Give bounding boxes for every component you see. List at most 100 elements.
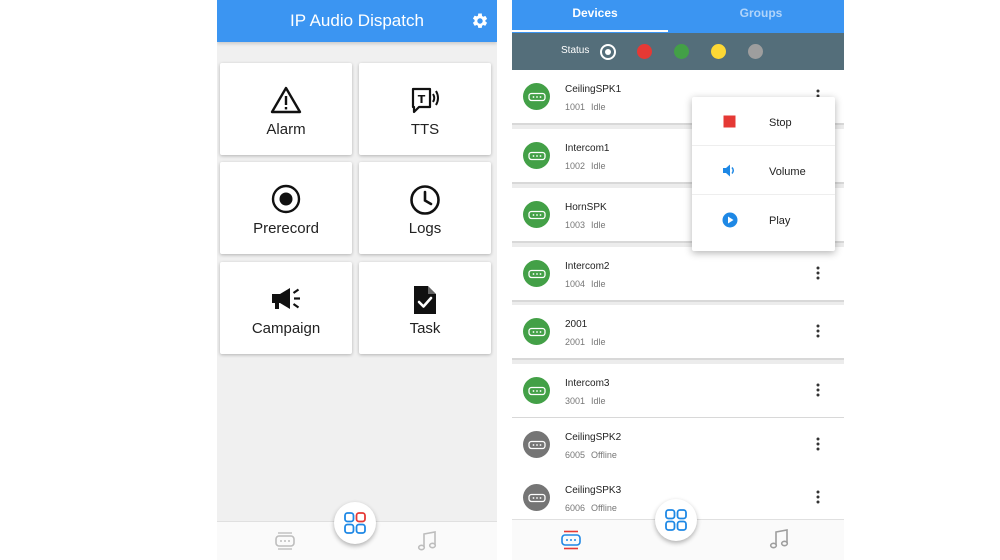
device-info: 2001 Idle — [565, 337, 606, 347]
stop-icon — [722, 114, 737, 129]
device-speaker-icon — [523, 142, 550, 169]
device-speaker-icon — [523, 318, 550, 345]
device-name: 2001 — [565, 319, 588, 330]
status-label: Status — [561, 45, 590, 56]
device-name: Intercom2 — [565, 261, 610, 272]
device-number: 3001 — [565, 396, 586, 406]
tab-groups[interactable]: Groups — [678, 0, 844, 33]
device-state: Idle — [591, 161, 606, 171]
dispatch-home-screen: IP Audio Dispatch Alarm T TTS Prerecord … — [217, 0, 497, 560]
warning-icon — [220, 85, 352, 115]
device-state: Idle — [591, 279, 606, 289]
apps-grid-button[interactable] — [334, 502, 376, 544]
menu-label: Volume — [769, 166, 806, 178]
volume-icon — [722, 163, 737, 178]
more-vert-icon[interactable] — [814, 264, 822, 282]
device-info: 3001 Idle — [565, 396, 606, 406]
status-filter-all[interactable] — [600, 44, 616, 60]
device-row[interactable]: 2001 2001 Idle — [512, 305, 844, 360]
device-speaker-icon — [523, 83, 550, 110]
device-number: 1004 — [565, 279, 586, 289]
alarm-tile[interactable]: Alarm — [220, 63, 352, 155]
device-state: Idle — [591, 396, 606, 406]
device-number: 6006 — [565, 503, 586, 513]
task-tile[interactable]: Task — [359, 262, 491, 354]
device-name: HornSPK — [565, 202, 607, 213]
device-speaker-icon — [523, 484, 550, 511]
megaphone-icon — [220, 284, 352, 314]
status-filter-bar: Status — [512, 33, 844, 70]
clock-icon — [359, 184, 491, 215]
device-info: 1001 Idle — [565, 102, 606, 112]
task-document-icon — [359, 284, 491, 314]
device-info: 6006 Offline — [565, 503, 617, 513]
device-number: 2001 — [565, 337, 586, 347]
menu-item-play[interactable]: Play — [692, 195, 835, 243]
more-vert-icon[interactable] — [814, 435, 822, 453]
device-speaker-icon — [523, 377, 550, 404]
tts-tile[interactable]: T TTS — [359, 63, 491, 155]
device-number: 1002 — [565, 161, 586, 171]
devices-icon[interactable] — [560, 530, 582, 550]
device-number: 6005 — [565, 450, 586, 460]
device-name: CeilingSPK2 — [565, 432, 622, 443]
device-number: 1003 — [565, 220, 586, 230]
status-filter-gray[interactable] — [748, 44, 763, 59]
prerecord-label: Prerecord — [253, 220, 319, 237]
device-speaker-icon — [523, 431, 550, 458]
alarm-label: Alarm — [266, 121, 306, 138]
menu-item-stop[interactable]: Stop — [692, 97, 835, 146]
play-icon — [722, 212, 738, 228]
device-name: Intercom1 — [565, 143, 610, 154]
status-filter-green[interactable] — [674, 44, 689, 59]
device-row[interactable]: Intercom2 1004 Idle — [512, 247, 844, 302]
device-speaker-icon — [523, 260, 550, 287]
apps-grid-button[interactable] — [655, 499, 697, 541]
music-note-icon[interactable] — [416, 530, 438, 552]
device-number: 1001 — [565, 102, 586, 112]
tab-devices[interactable]: Devices — [512, 0, 678, 33]
tts-icon: T — [359, 85, 491, 115]
device-info: 6005 Offline — [565, 450, 617, 460]
device-state: Idle — [591, 102, 606, 112]
tab-bar: Devices Groups — [512, 0, 844, 33]
device-state: Idle — [591, 337, 606, 347]
app-bar: IP Audio Dispatch — [217, 0, 497, 42]
logs-label: Logs — [408, 220, 442, 237]
task-label: Task — [409, 320, 441, 337]
device-name: CeilingSPK1 — [565, 84, 622, 95]
status-filter-red[interactable] — [637, 44, 652, 59]
device-action-menu: Stop Volume Play — [692, 97, 835, 251]
gear-icon[interactable] — [471, 12, 489, 30]
device-info: 1003 Idle — [565, 220, 606, 230]
more-vert-icon[interactable] — [814, 322, 822, 340]
logs-tile[interactable]: Logs — [359, 162, 491, 254]
device-info: 1002 Idle — [565, 161, 606, 171]
apps-grid-icon — [343, 511, 367, 535]
status-filter-yellow[interactable] — [711, 44, 726, 59]
menu-item-volume[interactable]: Volume — [692, 146, 835, 195]
device-state: Idle — [591, 220, 606, 230]
campaign-tile[interactable]: Campaign — [220, 262, 352, 354]
more-vert-icon[interactable] — [814, 488, 822, 506]
record-icon — [220, 184, 352, 214]
menu-label: Stop — [769, 117, 792, 129]
music-note-icon[interactable] — [768, 528, 790, 550]
tts-label: TTS — [410, 121, 440, 138]
device-state: Offline — [591, 450, 617, 460]
device-row[interactable]: CeilingSPK2 6005 Offline — [512, 418, 844, 473]
device-speaker-icon — [523, 201, 550, 228]
device-state: Offline — [591, 503, 617, 513]
more-vert-icon[interactable] — [814, 381, 822, 399]
prerecord-tile[interactable]: Prerecord — [220, 162, 352, 254]
apps-grid-icon — [664, 508, 688, 532]
menu-label: Play — [769, 215, 791, 227]
campaign-label: Campaign — [251, 320, 321, 337]
devices-screen: Devices Groups Status CeilingSPK1 1001 Idl… — [512, 0, 844, 560]
device-name: Intercom3 — [565, 378, 610, 389]
app-title: IP Audio Dispatch — [290, 11, 424, 30]
devices-icon[interactable] — [274, 532, 296, 550]
tab-indicator — [512, 30, 668, 32]
device-row[interactable]: Intercom3 3001 Idle — [512, 364, 844, 419]
svg-text:T: T — [418, 93, 426, 106]
